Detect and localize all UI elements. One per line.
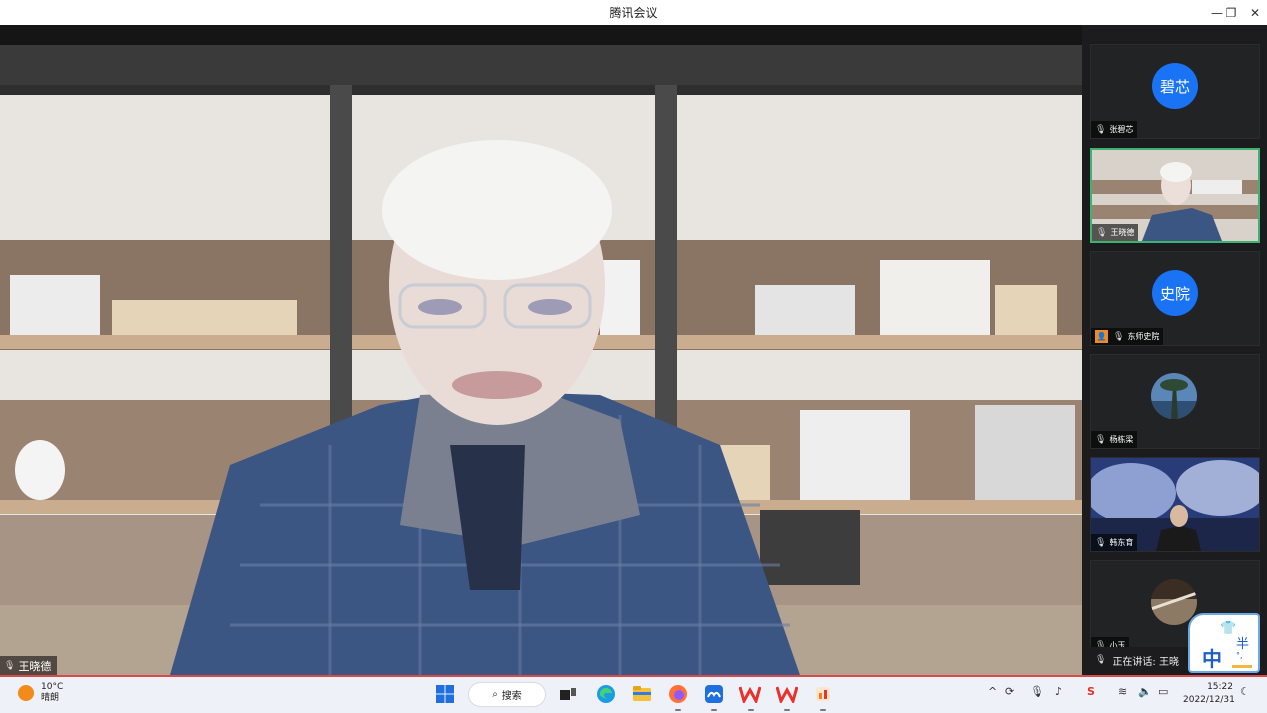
participant-tile[interactable]: 史院 👤 🎙 东师史院	[1090, 251, 1260, 346]
ime-floating-toolbar[interactable]: 👕 半 中 °,	[1188, 613, 1260, 673]
ime-width-toggle[interactable]: 半	[1236, 633, 1249, 652]
file-explorer-button[interactable]	[631, 683, 653, 705]
shirt-icon[interactable]: 👕	[1220, 621, 1236, 636]
wps-button[interactable]	[739, 683, 761, 705]
app-tray-icon[interactable]: S	[1087, 685, 1095, 698]
volume-icon[interactable]: 🔈	[1138, 685, 1152, 698]
main-video-stage: 🎙 王晓德	[0, 25, 1082, 675]
app-running-indicator	[784, 709, 790, 711]
participant-name-label: 🎙 王晓德	[1092, 224, 1139, 241]
ime-punctuation-toggle[interactable]: °,	[1236, 651, 1243, 660]
firefox-icon	[669, 685, 687, 703]
search-icon: ⌕	[492, 689, 498, 700]
weather-condition: 晴朗	[41, 693, 60, 703]
avatar: 史院	[1152, 270, 1198, 316]
participant-tile[interactable]: 🎙 韩东育	[1090, 457, 1260, 552]
microphone-muted-icon: 🎙	[1095, 537, 1107, 548]
avatar-photo	[1151, 373, 1197, 419]
presentation-app-button[interactable]	[812, 683, 834, 705]
windows-logo-icon	[436, 685, 454, 703]
participant-name: 王晓德	[1110, 228, 1135, 237]
weather-widget[interactable]: 10°C 晴朗	[18, 682, 63, 704]
restore-button[interactable]: ❐	[1219, 0, 1243, 25]
window-title: 腾讯会议	[609, 6, 658, 20]
participant-name-label: 🎙 韩东育	[1091, 534, 1138, 551]
tencent-meeting-icon	[705, 685, 723, 703]
wps-w-icon	[739, 686, 761, 703]
participant-name: 张碧芯	[1109, 125, 1134, 134]
main-video-feed	[0, 45, 1082, 675]
avatar: 碧芯	[1152, 63, 1198, 109]
ime-mode-toggle[interactable]: 中	[1202, 643, 1222, 672]
task-view-button[interactable]	[557, 683, 579, 705]
wps-w-icon	[776, 686, 798, 703]
chevron-up-icon[interactable]: ^	[988, 685, 997, 698]
system-clock[interactable]: 15:22 2022/12/31	[1183, 681, 1235, 707]
participant-name-label: 🎙 张碧芯	[1091, 121, 1138, 138]
microphone-icon: 🎙	[1096, 227, 1108, 238]
app-running-indicator	[820, 709, 826, 711]
app-running-indicator	[675, 709, 681, 711]
battery-icon[interactable]: ▭	[1158, 685, 1168, 698]
main-speaker-name: 王晓德	[18, 659, 52, 673]
participant-name-label: 👤 🎙 东师史院	[1091, 328, 1164, 345]
weather-temp: 10°C	[41, 682, 64, 692]
speaker-tray-icon[interactable]: ♪	[1055, 685, 1062, 698]
main-speaker-label: 🎙 王晓德	[0, 656, 58, 675]
microphone-icon: 🎙	[4, 660, 16, 671]
title-bar: 腾讯会议 — ❐ ✕	[0, 0, 1267, 25]
firefox-button[interactable]	[667, 683, 689, 705]
search-label: 搜索	[501, 691, 522, 702]
clock-time: 15:22	[1207, 682, 1233, 692]
taskbar-search-button[interactable]: ⌕ 搜索	[468, 682, 546, 707]
app-running-indicator	[748, 709, 754, 711]
microphone-muted-icon: 🎙	[1113, 331, 1125, 342]
speaking-text: 正在讲话: 王晓	[1112, 656, 1179, 668]
wifi-icon[interactable]: ≋	[1118, 685, 1127, 698]
microphone-icon: 🎙	[1095, 434, 1107, 445]
sync-icon[interactable]: ⟳	[1005, 685, 1014, 698]
participant-tile[interactable]: 碧芯 🎙 张碧芯	[1090, 44, 1260, 139]
notification-moon-icon[interactable]: ☾	[1240, 685, 1250, 698]
tencent-meeting-button[interactable]	[703, 683, 725, 705]
participant-name: 杨栋梁	[1109, 435, 1134, 444]
taskbar: 10°C 晴朗 ⌕ 搜索 ^ ⟳ 🎙 ♪ S ≋ 🔈 ▭ 15:22 2022/…	[0, 677, 1267, 713]
app-running-indicator	[711, 709, 717, 711]
microphone-muted-icon: 🎙	[1095, 655, 1107, 665]
edge-icon	[597, 685, 615, 703]
microphone-muted-icon: 🎙	[1095, 124, 1107, 135]
wps-writer-button[interactable]	[776, 683, 798, 705]
presentation-icon	[816, 687, 830, 701]
folder-icon	[633, 686, 651, 701]
ime-indicator-bar	[1232, 665, 1252, 668]
participant-tile[interactable]: 🎙 杨栋梁	[1090, 354, 1260, 449]
participant-name: 韩东育	[1109, 538, 1134, 547]
participant-tile-active[interactable]: 🎙 王晓德	[1090, 148, 1260, 243]
host-icon: 👤	[1095, 330, 1108, 343]
clock-date: 2022/12/31	[1183, 695, 1235, 705]
task-view-icon	[560, 688, 576, 700]
edge-browser-button[interactable]	[595, 683, 617, 705]
participant-name-label: 🎙 杨栋梁	[1091, 431, 1138, 448]
start-button[interactable]	[434, 683, 456, 705]
microphone-tray-icon[interactable]: 🎙	[1030, 685, 1044, 698]
participant-name: 东师史院	[1127, 332, 1160, 341]
close-button[interactable]: ✕	[1243, 0, 1267, 25]
sun-icon	[18, 685, 34, 701]
participant-list[interactable]: 碧芯 🎙 张碧芯 🎙 王晓德 史院 👤 🎙 东师史院 🎙 杨栋梁 🎙 韩东育 🎙…	[1082, 25, 1267, 675]
avatar-photo	[1151, 579, 1197, 625]
